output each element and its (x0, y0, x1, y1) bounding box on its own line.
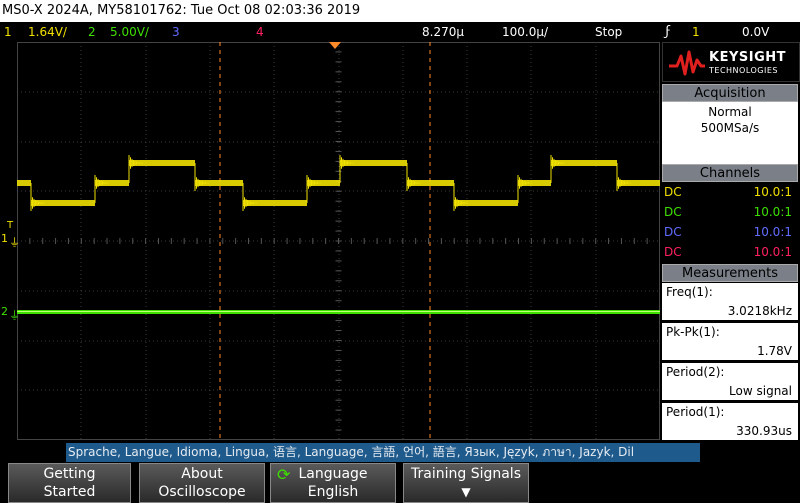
acquisition-header[interactable]: Acquisition (662, 84, 798, 102)
ch2-ground-marker[interactable]: 2 ⏚ (1, 305, 20, 325)
ch2-number[interactable]: 2 (88, 22, 96, 42)
measurement-period-2[interactable]: Period(2): Low signal (662, 362, 798, 400)
trigger-edge-icon: ϝ (665, 24, 671, 39)
brand-name: KEYSIGHT (709, 50, 786, 65)
channels-header[interactable]: Channels (662, 164, 798, 182)
getting-started-softkey[interactable]: Getting Started (8, 463, 131, 503)
channel-row-2[interactable]: DC 10.0:1 (662, 202, 798, 222)
channel-row-4[interactable]: DC 10.0:1 (662, 242, 798, 262)
arrow-down-icon: ▼ (461, 485, 471, 499)
measurement-period-1[interactable]: Period(1): 330.93us (662, 402, 798, 440)
waveform-display[interactable] (17, 42, 660, 440)
training-signals-softkey[interactable]: Training Signals ▼ (403, 463, 529, 503)
measurement-pkpk[interactable]: Pk-Pk(1): 1.78V (662, 322, 798, 360)
trigger-level[interactable]: 0.0V (742, 22, 769, 42)
brand-sub: TECHNOLOGIES (709, 66, 778, 75)
channel-row-1[interactable]: DC 10.0:1 (662, 182, 798, 202)
info-panel: KEYSIGHT TECHNOLOGIES Acquisition Normal… (662, 42, 800, 440)
measurement-freq[interactable]: Freq(1): 3.0218kHz (662, 282, 798, 320)
run-state[interactable]: Stop (595, 22, 622, 42)
trigger-level-marker[interactable]: T (7, 220, 13, 231)
window-title: MS0-X 2024A, MY58101762: Tue Oct 08 02:0… (0, 0, 800, 22)
acquisition-rate: 500MSa/s (700, 121, 760, 135)
keysight-wave-icon (669, 50, 705, 76)
ch2-waveform-core (17, 311, 660, 312)
acquisition-body[interactable]: Normal 500MSa/s (662, 102, 798, 164)
ground-icon: ⏚ (9, 309, 20, 322)
measurements-header[interactable]: Measurements (662, 264, 798, 282)
acquisition-mode: Normal (708, 105, 752, 119)
ch1-ground-marker[interactable]: T 1 ⏚ (1, 220, 20, 252)
keysight-logo: KEYSIGHT TECHNOLOGIES (662, 42, 800, 82)
timebase-delay[interactable]: 8.270µ (422, 22, 464, 42)
language-bar: Sprache, Langue, Idioma, Lingua, 语言, Lan… (66, 443, 700, 462)
channel-row-3[interactable]: DC 10.0:1 (662, 222, 798, 242)
ch1-number[interactable]: 1 (4, 22, 12, 42)
rotate-knob-icon: ⟳ (277, 465, 291, 484)
ch3-number[interactable]: 3 (172, 22, 180, 42)
timebase-scale[interactable]: 100.0µ/ (502, 22, 548, 42)
ch2-scale[interactable]: 5.00V/ (110, 22, 149, 42)
ch1-scale[interactable]: 1.64V/ (28, 22, 67, 42)
about-oscilloscope-softkey[interactable]: About Oscilloscope (139, 463, 265, 503)
ground-icon: ⏚ (9, 236, 20, 249)
status-bar: 1 1.64V/ 2 5.00V/ 3 4 8.270µ 100.0µ/ Sto… (0, 22, 800, 42)
ch4-number[interactable]: 4 (256, 22, 264, 42)
language-softkey[interactable]: ⟳ Language English (270, 463, 396, 503)
trigger-channel[interactable]: 1 (692, 22, 700, 42)
